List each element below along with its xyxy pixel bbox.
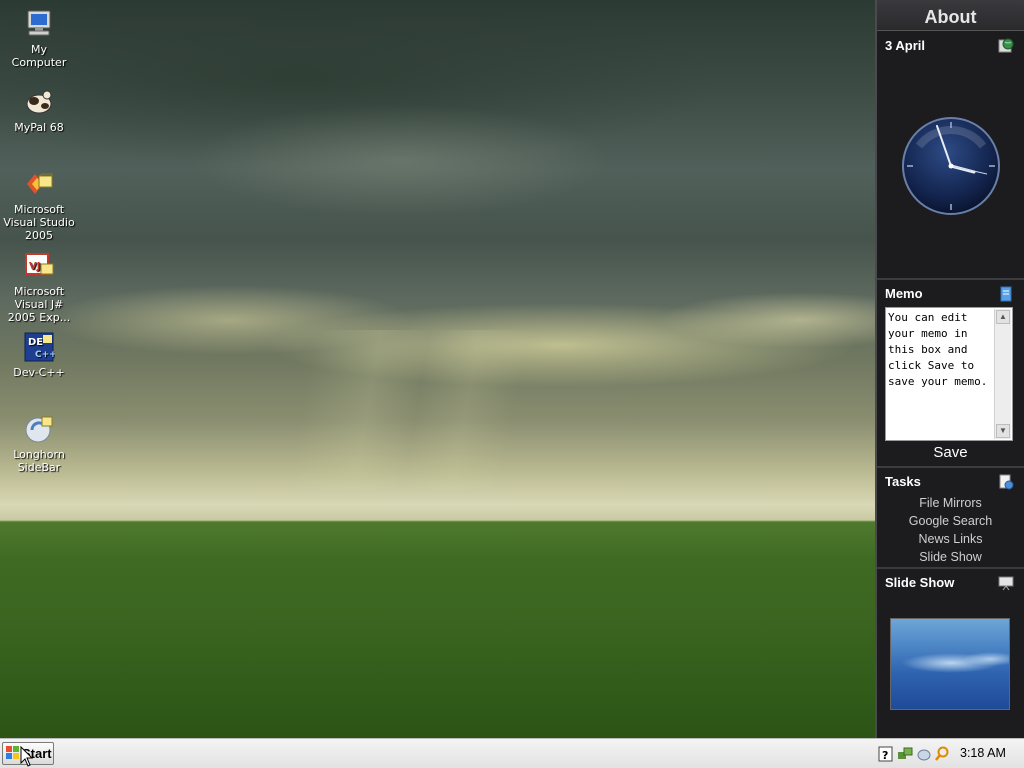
longhorn-sidebar-icon — [25, 416, 53, 443]
search-icon[interactable] — [934, 746, 950, 762]
svg-text:?: ? — [882, 749, 888, 762]
desktop-icon-visual-jsharp[interactable]: VJ Microsoft Visual J# 2005 Exp... — [0, 250, 78, 324]
clock-date-title: 3 April — [885, 38, 925, 53]
wallpaper-sunrays — [250, 330, 550, 490]
help-icon[interactable]: ? — [878, 746, 894, 762]
memo-textbox[interactable]: You can edit your memo in this box and c… — [885, 307, 1013, 441]
taskbar-clock[interactable]: 3:18 AM — [960, 746, 1006, 760]
memo-title: Memo — [885, 286, 923, 301]
memo-tile: Memo You can edit your memo in this box … — [877, 278, 1024, 466]
desktop-icon-label: My Computer — [11, 43, 67, 69]
svg-text:DE: DE — [28, 337, 43, 348]
desktop-icon-dev-cpp[interactable]: DE C++ Dev-C++ — [0, 331, 78, 379]
sidebar-header[interactable]: About — [877, 0, 1024, 31]
dev-cpp-icon: DE C++ — [24, 332, 55, 362]
notepad-icon[interactable] — [998, 286, 1014, 302]
system-tray: ? 3:18 AM — [876, 743, 1019, 765]
volume-icon[interactable] — [916, 746, 932, 762]
desktop-icon-label: Microsoft Visual J# 2005 Exp... — [7, 285, 71, 324]
task-link-news-links[interactable]: News Links — [877, 532, 1024, 546]
analog-clock — [902, 117, 1000, 215]
windows-flag-icon — [6, 746, 19, 759]
desktop-icon-label: MyPal 68 — [14, 121, 64, 134]
memo-scrollbar[interactable]: ▲ ▼ — [994, 309, 1011, 439]
memo-save-button[interactable]: Save — [877, 444, 1024, 461]
task-link-google-search[interactable]: Google Search — [877, 514, 1024, 528]
task-link-file-mirrors[interactable]: File Mirrors — [877, 496, 1024, 510]
visual-jsharp-icon: VJ — [25, 253, 54, 275]
slideshow-image[interactable] — [890, 618, 1010, 710]
desktop-icon-longhorn-sidebar[interactable]: Longhorn SideBar — [0, 413, 78, 474]
slideshow-icon[interactable] — [998, 575, 1014, 591]
tasks-icon[interactable] — [998, 474, 1014, 490]
globe-icon[interactable] — [998, 38, 1014, 54]
mypal-browser-icon — [26, 90, 52, 114]
clock-tile[interactable]: 3 April — [877, 32, 1024, 278]
mouse-cursor-icon — [20, 746, 34, 767]
svg-text:C++: C++ — [35, 350, 55, 360]
visual-studio-icon — [27, 173, 53, 194]
desktop-icon-mypal[interactable]: MyPal 68 — [0, 86, 78, 134]
scroll-down-arrow[interactable]: ▼ — [996, 424, 1010, 438]
tasks-tile: Tasks File Mirrors Google Search News Li… — [877, 466, 1024, 567]
desktop-icon-visual-studio[interactable]: Microsoft Visual Studio 2005 — [0, 168, 78, 242]
longhorn-sidebar: About 3 April Memo You can edit your mem… — [875, 0, 1024, 738]
network-icon[interactable] — [897, 746, 913, 762]
slideshow-title: Slide Show — [885, 575, 955, 590]
desktop-icon-my-computer[interactable]: My Computer — [0, 8, 78, 69]
tasks-title: Tasks — [885, 474, 921, 489]
computer-icon — [27, 10, 51, 36]
taskbar: Start ? 3:18 AM — [0, 738, 1024, 768]
desktop-icon-label: Dev-C++ — [13, 366, 65, 379]
desktop-icon-label: Microsoft Visual Studio 2005 — [3, 203, 75, 242]
task-link-slide-show[interactable]: Slide Show — [877, 550, 1024, 564]
slideshow-tile: Slide Show — [877, 567, 1024, 738]
svg-text:VJ: VJ — [29, 261, 40, 272]
desktop-wallpaper[interactable]: My Computer MyPal 68 Microsoft Visual St… — [0, 0, 875, 738]
memo-text[interactable]: You can edit your memo in this box and c… — [888, 310, 994, 438]
desktop-icon-label: Longhorn SideBar — [13, 448, 65, 474]
scroll-up-arrow[interactable]: ▲ — [996, 310, 1010, 324]
